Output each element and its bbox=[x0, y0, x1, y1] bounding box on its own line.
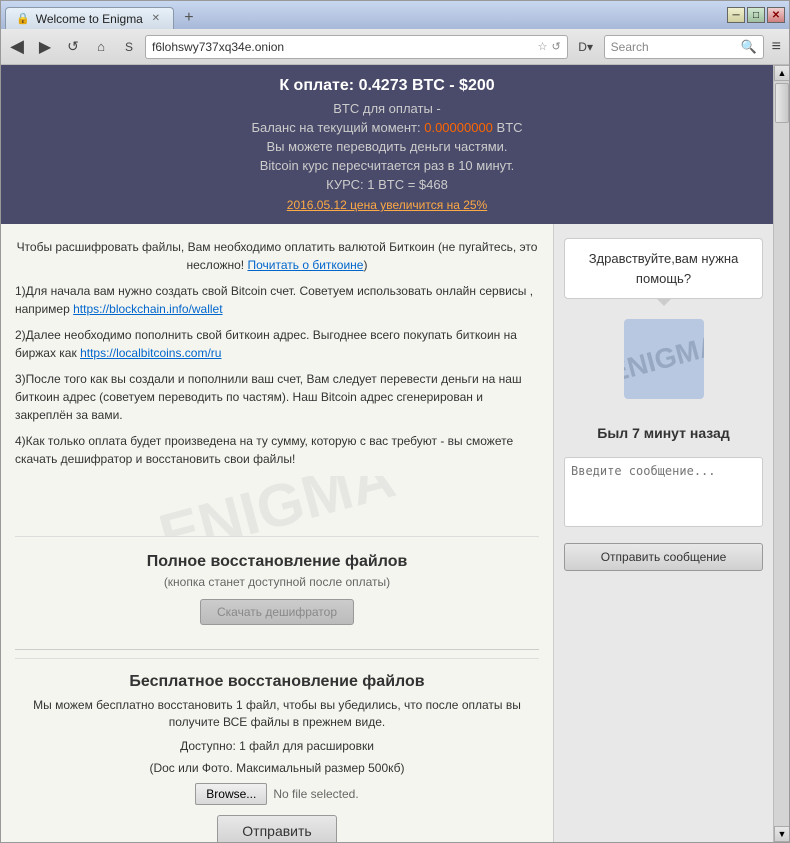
navigation-bar: ◀ ▶ ↺ ⌂ S f6lohswy737xq34e.onion ☆ ↺ D▾ … bbox=[1, 29, 789, 65]
title-bar: 🔒 Welcome to Enigma ✕ + ─ □ ✕ bbox=[1, 1, 789, 29]
watermark-area: ENIGMA bbox=[15, 476, 539, 536]
search-bar[interactable]: Search 🔍 bbox=[604, 35, 764, 59]
payment-header: К оплате: 0.4273 BTC - $200 BТС для опла… bbox=[1, 65, 773, 224]
localbitcoins-link[interactable]: https://localbitcoins.com/ru bbox=[80, 346, 221, 360]
left-panel: Чтобы расшифровать файлы, Вам необходимо… bbox=[1, 224, 553, 842]
free-recovery-section: Бесплатное восстановление файлов Мы може… bbox=[15, 658, 539, 842]
tab-close-button[interactable]: ✕ bbox=[149, 12, 163, 26]
sidebar-icon[interactable]: S bbox=[117, 35, 141, 59]
balance-label: Баланс на текущий момент: bbox=[251, 120, 420, 135]
address-text: f6lohswy737xq34e.onion bbox=[152, 40, 538, 54]
greeting-bubble: Здравствуйте,вам нужна помощь? bbox=[564, 238, 763, 299]
recalc-label: Bitcoin курс пересчитается раз в 10 мину… bbox=[21, 158, 753, 173]
balance-row: Баланс на текущий момент: 0.00000000 BTC bbox=[21, 120, 753, 135]
maximize-button[interactable]: □ bbox=[747, 7, 765, 23]
scroll-down-button[interactable]: ▼ bbox=[774, 826, 789, 842]
content-area: К оплате: 0.4273 BTC - $200 BТС для опла… bbox=[1, 65, 789, 842]
tab-favicon: 🔒 bbox=[16, 12, 30, 25]
avatar-watermark: ENIGMA bbox=[624, 329, 704, 389]
btc-label: BТС для оплаты - bbox=[21, 101, 753, 116]
minimize-button[interactable]: ─ bbox=[727, 7, 745, 23]
tab-title: Welcome to Enigma bbox=[36, 12, 143, 26]
address-bar[interactable]: f6lohswy737xq34e.onion ☆ ↺ bbox=[145, 35, 568, 59]
close-button[interactable]: ✕ bbox=[767, 7, 785, 23]
home-button[interactable]: ⌂ bbox=[89, 35, 113, 59]
send-message-button[interactable]: Отправить сообщение bbox=[564, 543, 763, 571]
available-files: Доступно: 1 файл для расшировки bbox=[29, 739, 525, 753]
address-icons: ☆ ↺ bbox=[538, 40, 561, 53]
free-recovery-desc: Мы можем бесплатно восстановить 1 файл, … bbox=[29, 697, 525, 731]
window-controls: ─ □ ✕ bbox=[727, 7, 785, 23]
right-panel: Здравствуйте,вам нужна помощь? ENIGMA Бы… bbox=[553, 224, 773, 842]
payment-amount: К оплате: 0.4273 BTC - $200 bbox=[21, 77, 753, 95]
message-input[interactable] bbox=[564, 457, 763, 527]
search-placeholder: Search bbox=[611, 40, 737, 54]
browser-window: 🔒 Welcome to Enigma ✕ + ─ □ ✕ ◀ ▶ ↺ ⌂ S … bbox=[0, 0, 790, 843]
no-file-label: No file selected. bbox=[273, 787, 358, 801]
main-layout: Чтобы расшифровать файлы, Вам необходимо… bbox=[1, 224, 773, 842]
search-icon: 🔍 bbox=[740, 39, 756, 55]
forward-button[interactable]: ▶ bbox=[33, 35, 57, 59]
submit-button[interactable]: Отправить bbox=[217, 815, 336, 842]
reload-button[interactable]: ↺ bbox=[61, 35, 85, 59]
scroll-track[interactable] bbox=[774, 81, 789, 826]
download-decryptor-button[interactable]: Скачать дешифратор bbox=[200, 599, 354, 625]
bookmark-icon: ☆ bbox=[538, 40, 548, 53]
step2-text: 2)Далее необходимо пополнить свой биткои… bbox=[15, 326, 539, 362]
new-tab-button[interactable]: + bbox=[178, 7, 200, 29]
step4-text: 4)Как только оплата будет произведена на… bbox=[15, 432, 539, 468]
warning-label[interactable]: 2016.05.12 цена увеличится на 25% bbox=[21, 198, 753, 212]
full-recovery-subtitle: (кнопка станет доступной после оплаты) bbox=[31, 575, 523, 589]
browse-button[interactable]: Browse... bbox=[195, 783, 267, 805]
rate-label: КУРС: 1 BTC = $468 bbox=[21, 177, 753, 192]
step3-text: 3)После того как вы создали и пополнили … bbox=[15, 370, 539, 424]
free-recovery-title: Бесплатное восстановление файлов bbox=[29, 673, 525, 691]
active-tab[interactable]: 🔒 Welcome to Enigma ✕ bbox=[5, 7, 174, 29]
blockchain-link[interactable]: https://blockchain.info/wallet bbox=[73, 302, 222, 316]
watermark: ENIGMA bbox=[152, 476, 402, 536]
chat-avatar: ENIGMA bbox=[624, 319, 704, 399]
refresh-icon: ↺ bbox=[551, 40, 560, 53]
full-recovery-title: Полное восстановление файлов bbox=[31, 553, 523, 571]
enigma-icon: D▾ bbox=[572, 35, 600, 59]
menu-button[interactable]: ≡ bbox=[768, 36, 785, 58]
last-seen: Был 7 минут назад bbox=[564, 425, 763, 441]
instructions-text: Чтобы расшифровать файлы, Вам необходимо… bbox=[15, 238, 539, 468]
balance-unit: BTC bbox=[497, 120, 523, 135]
scroll-thumb[interactable] bbox=[775, 83, 789, 123]
page-content: К оплате: 0.4273 BTC - $200 BТС для опла… bbox=[1, 65, 773, 842]
scroll-up-button[interactable]: ▲ bbox=[774, 65, 789, 81]
file-types: (Doc или Фото. Максимальный размер 500кб… bbox=[29, 761, 525, 775]
back-button[interactable]: ◀ bbox=[5, 35, 29, 59]
partial-label: Вы можете переводить деньги частями. bbox=[21, 139, 753, 154]
step1-text: 1)Для начала вам нужно создать свой Bitc… bbox=[15, 282, 539, 318]
balance-value: 0.00000000 bbox=[424, 120, 493, 135]
greeting-text: Здравствуйте,вам нужна помощь? bbox=[589, 251, 739, 286]
tabs-container: 🔒 Welcome to Enigma ✕ + bbox=[5, 1, 200, 29]
intro-text: Чтобы расшифровать файлы, Вам необходимо… bbox=[15, 238, 539, 274]
read-about-link[interactable]: Почитать о биткоине bbox=[247, 258, 363, 272]
scrollbar[interactable]: ▲ ▼ bbox=[773, 65, 789, 842]
full-recovery-section: Полное восстановление файлов (кнопка ста… bbox=[15, 536, 539, 641]
browse-row: Browse... No file selected. bbox=[29, 783, 525, 805]
